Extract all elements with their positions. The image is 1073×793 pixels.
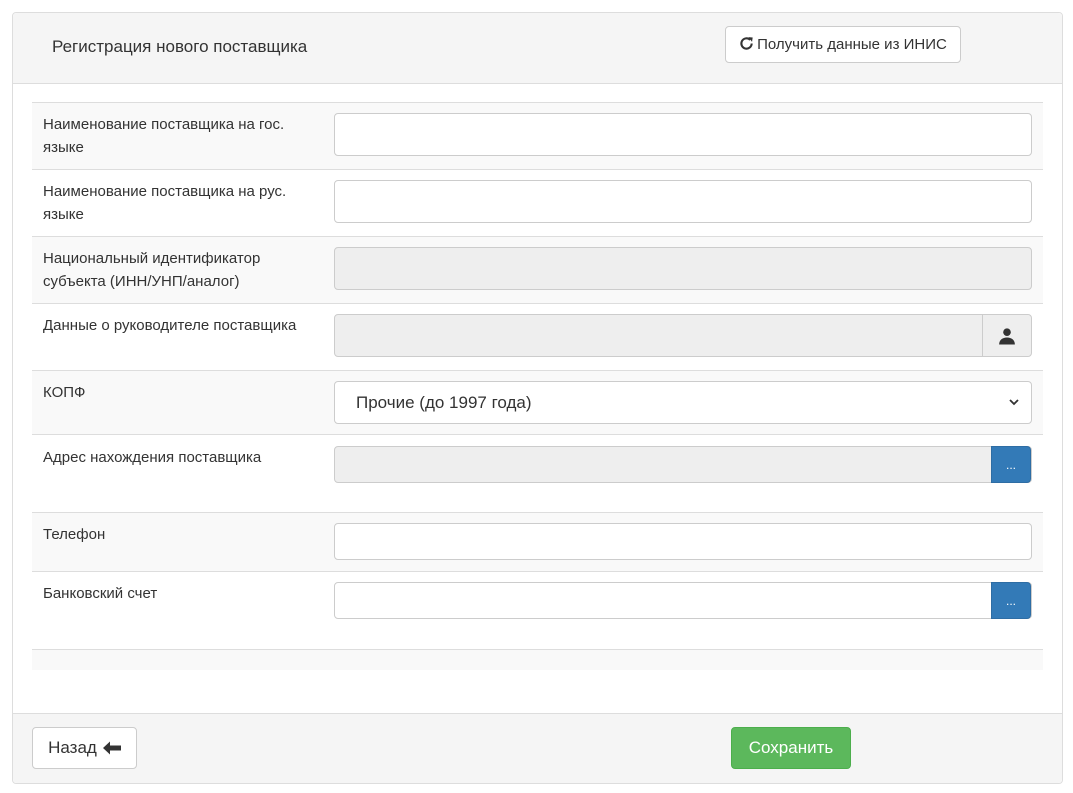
national-id-label: Национальный идентификатор субъекта (ИНН… — [43, 250, 261, 290]
bank-account-field[interactable]: ... — [334, 582, 1032, 619]
name-state-label: Наименование поставщика на гос. языке — [43, 116, 285, 156]
phone-input[interactable] — [334, 523, 1032, 560]
bank-account-select-button[interactable]: ... — [991, 582, 1031, 619]
row-bank-account: Банковский счет ... — [32, 571, 1043, 649]
row-national-id: Национальный идентификатор субъекта (ИНН… — [32, 236, 1043, 303]
bank-label: Банковский счет — [43, 585, 158, 602]
row-phone: Телефон — [32, 512, 1043, 571]
select-director-button[interactable] — [982, 315, 1031, 356]
address-label: Адрес нахождения поставщика — [43, 449, 262, 466]
row-address: Адрес нахождения поставщика ... — [32, 434, 1043, 512]
panel-footer: Назад Сохранить — [13, 713, 1062, 783]
director-label: Данные о руководителе поставщика — [43, 317, 297, 334]
save-button[interactable]: Сохранить — [731, 727, 851, 769]
address-field: ... — [334, 446, 1032, 483]
panel-header: Регистрация нового поставщика Получить д… — [13, 13, 1062, 84]
row-kopf: КОПФ Прочие (до 1997 года) — [32, 370, 1043, 434]
registration-panel: Регистрация нового поставщика Получить д… — [12, 12, 1063, 784]
national-id-field — [334, 247, 1032, 290]
name-rus-input[interactable] — [334, 180, 1032, 223]
row-director: Данные о руководителе поставщика — [32, 303, 1043, 370]
director-field — [334, 314, 1032, 357]
kopf-select[interactable]: Прочие (до 1997 года) — [334, 381, 1032, 424]
arrow-left-icon — [102, 741, 121, 755]
get-inis-data-label: Получить данные из ИНИС — [757, 36, 947, 53]
refresh-icon — [739, 36, 754, 54]
row-name-state: Наименование поставщика на гос. языке — [32, 102, 1043, 169]
page-title: Регистрация нового поставщика — [52, 37, 308, 56]
form-bottom-strip — [32, 649, 1043, 670]
supplier-form: Наименование поставщика на гос. языке На… — [32, 102, 1043, 670]
back-button[interactable]: Назад — [32, 727, 137, 769]
name-rus-label: Наименование поставщика на рус. языке — [43, 183, 287, 223]
name-state-input[interactable] — [334, 113, 1032, 156]
get-inis-data-button[interactable]: Получить данные из ИНИС — [725, 26, 961, 63]
address-select-button[interactable]: ... — [991, 446, 1031, 483]
user-icon — [998, 327, 1016, 345]
row-name-rus: Наименование поставщика на рус. языке — [32, 169, 1043, 236]
kopf-label: КОПФ — [43, 384, 86, 401]
kopf-selected-value: Прочие (до 1997 года) — [356, 393, 532, 412]
back-label: Назад — [48, 738, 97, 757]
chevron-down-icon — [1008, 395, 1020, 413]
phone-label: Телефон — [43, 526, 106, 543]
